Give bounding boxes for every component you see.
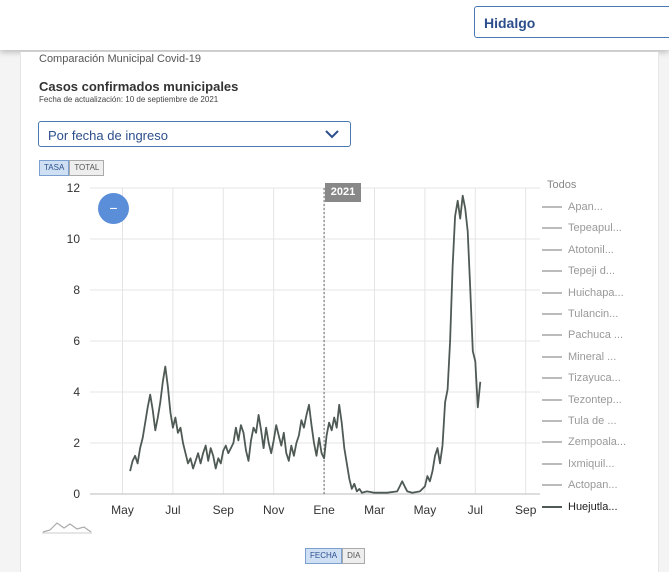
legend-label: Tizayuca... (568, 372, 621, 385)
legend-swatch (542, 270, 562, 273)
legend-swatch (542, 441, 562, 444)
y-tick-label: 0 (73, 487, 80, 501)
legend-item[interactable]: Tula de ... (542, 415, 617, 427)
y-tick-label: 8 (73, 283, 80, 297)
axis-toggle: FECHA DIA (305, 548, 366, 564)
x-tick-label: Ene (313, 503, 335, 517)
legend-swatch (542, 377, 562, 380)
legend-label: Tulancin... (568, 308, 619, 320)
legend-label: Actopan... (568, 479, 618, 492)
x-tick-label: Nov (263, 503, 284, 517)
legend-swatch (542, 248, 562, 251)
legend-item[interactable]: Actopan... (542, 479, 618, 491)
legend-label: Pachuca ... (568, 329, 624, 342)
year-marker-label: 2021 (325, 183, 361, 202)
legend-item[interactable]: Tulancin... (542, 308, 618, 320)
fecha-button[interactable]: FECHA (305, 548, 343, 564)
legend-item[interactable]: Huichapa... (542, 287, 624, 299)
legend-label: Zempoala... (568, 436, 627, 449)
legend-item[interactable]: Apan... (542, 201, 603, 213)
legend-label: Huichapa... (568, 286, 624, 299)
legend-item[interactable]: Tezontep... (542, 394, 622, 406)
legend-swatch (542, 462, 562, 465)
legend-item[interactable]: Huejutla... (542, 501, 618, 513)
x-tick-label: May (414, 503, 437, 517)
x-tick-label: Sep (515, 503, 537, 517)
legend-item[interactable]: Zempoala... (542, 436, 626, 448)
legend-swatch (542, 484, 562, 487)
legend-label: Mineral ... (568, 350, 617, 363)
y-tick-label: 12 (67, 181, 81, 195)
legend-item[interactable]: Mineral ... (542, 351, 616, 363)
legend-item[interactable]: Tizayuca... (542, 372, 621, 384)
series-line (129, 194, 482, 494)
legend-swatch (542, 355, 562, 358)
y-tick-label: 10 (67, 232, 81, 246)
legend-item[interactable]: Tepeapul... (542, 222, 622, 234)
y-tick-label: 4 (73, 385, 80, 399)
legend-label: Ixmiquil... (568, 457, 615, 470)
legend-swatch (542, 398, 562, 401)
legend-item[interactable]: Tepeji d... (542, 265, 615, 277)
dia-button[interactable]: DIA (342, 548, 366, 564)
x-tick-label: Jul (165, 503, 180, 517)
legend-label: Tula de ... (568, 415, 617, 427)
legend-item[interactable]: Atotonil... (542, 244, 614, 256)
legend-swatch (542, 227, 562, 230)
legend-label: Apan... (568, 201, 603, 213)
legend-label: Atotonil... (568, 243, 614, 256)
x-tick-label: Jul (468, 503, 483, 517)
y-tick-label: 2 (73, 436, 80, 450)
legend-title[interactable]: Todos (547, 179, 576, 191)
legend-item[interactable]: Ixmiquil... (542, 458, 614, 470)
mini-chart-icon[interactable] (42, 518, 92, 536)
legend-swatch (542, 313, 562, 315)
legend-label: Tezontep... (568, 393, 622, 406)
legend-swatch (542, 505, 562, 508)
x-tick-label: Sep (213, 503, 235, 517)
legend-swatch (542, 334, 562, 337)
legend-label: Tepeji d... (568, 265, 616, 278)
legend-swatch (542, 206, 562, 208)
x-tick-label: Mar (364, 503, 385, 517)
legend-swatch (542, 291, 562, 294)
legend-swatch (542, 420, 562, 422)
legend-label: Huejutla... (568, 500, 618, 513)
x-tick-label: May (111, 503, 134, 517)
legend-item[interactable]: Pachuca ... (542, 329, 623, 341)
y-tick-label: 6 (73, 334, 80, 348)
legend-label: Tepeapul... (568, 222, 622, 235)
zoom-out-button[interactable]: − (98, 193, 129, 224)
